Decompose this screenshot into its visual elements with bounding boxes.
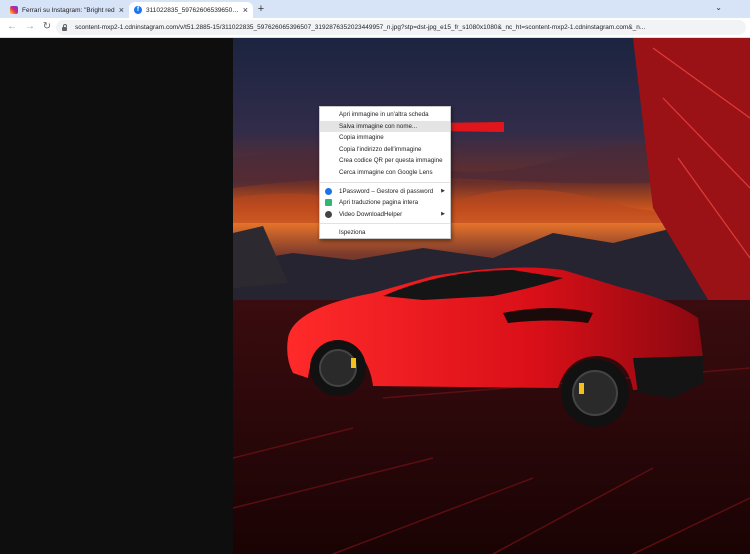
menu-separator [320,181,450,183]
menu-create-qr-code[interactable]: Crea codice QR per questa immagine [320,155,450,167]
close-icon[interactable]: × [119,5,124,15]
translate-icon [325,199,332,207]
menu-open-image-new-tab[interactable]: Apri immagine in un'altra scheda [320,109,450,121]
menu-1password-label: 1Password – Gestore di password [339,187,434,195]
menu-translate-page[interactable]: Apri traduzione pagina intera [320,197,450,209]
menu-video-downloadhelper[interactable]: Video DownloadHelper ▶ [320,209,450,221]
menu-copy-image-address[interactable]: Copia l'indirizzo dell'immagine [320,144,450,156]
facebook-icon: f [134,6,142,14]
lock-icon[interactable] [62,23,67,31]
submenu-arrow-icon: ▶ [441,210,445,217]
new-tab-button[interactable]: + [254,3,268,17]
tab-strip: Ferrari su Instagram: "Bright red × f 31… [0,0,750,18]
menu-1password[interactable]: 1Password – Gestore di password ▶ [320,186,450,198]
downloadhelper-icon [325,211,332,219]
tab-search-chevron-icon[interactable]: ⌄ [715,3,722,12]
menu-google-lens[interactable]: Cerca immagine con Google Lens [320,167,450,179]
close-icon[interactable]: × [243,5,248,15]
tab-title: 311022835_597626065396507_31928763520234… [146,6,240,14]
menu-separator [320,223,450,225]
context-menu: Apri immagine in un'altra scheda Salva i… [319,106,451,239]
menu-downloadhelper-label: Video DownloadHelper [339,210,403,218]
menu-copy-image[interactable]: Copia immagine [320,132,450,144]
tab-title: Ferrari su Instagram: "Bright red [22,6,115,14]
menu-inspect[interactable]: Ispeziona [320,227,450,239]
tab-instagram[interactable]: Ferrari su Instagram: "Bright red × [5,2,129,18]
submenu-arrow-icon: ▶ [441,187,445,194]
1password-icon [325,187,332,195]
reload-icon[interactable]: ↻ [41,21,53,33]
address-bar[interactable]: scontent-mxp2-1.cdninstagram.com/v/t51.2… [56,20,746,35]
menu-save-image-as[interactable]: Salva immagine con nome... [320,120,450,133]
menu-translate-label: Apri traduzione pagina intera [339,199,419,207]
url-text[interactable]: scontent-mxp2-1.cdninstagram.com/v/t51.2… [75,24,645,31]
browser-toolbar: ← → ↻ scontent-mxp2-1.cdninstagram.com/v… [0,18,750,38]
forward-arrow-icon[interactable]: → [24,21,36,33]
instagram-icon [10,6,18,14]
tab-image[interactable]: f 311022835_597626065396507_319287635202… [129,2,253,18]
back-arrow-icon[interactable]: ← [6,21,18,33]
